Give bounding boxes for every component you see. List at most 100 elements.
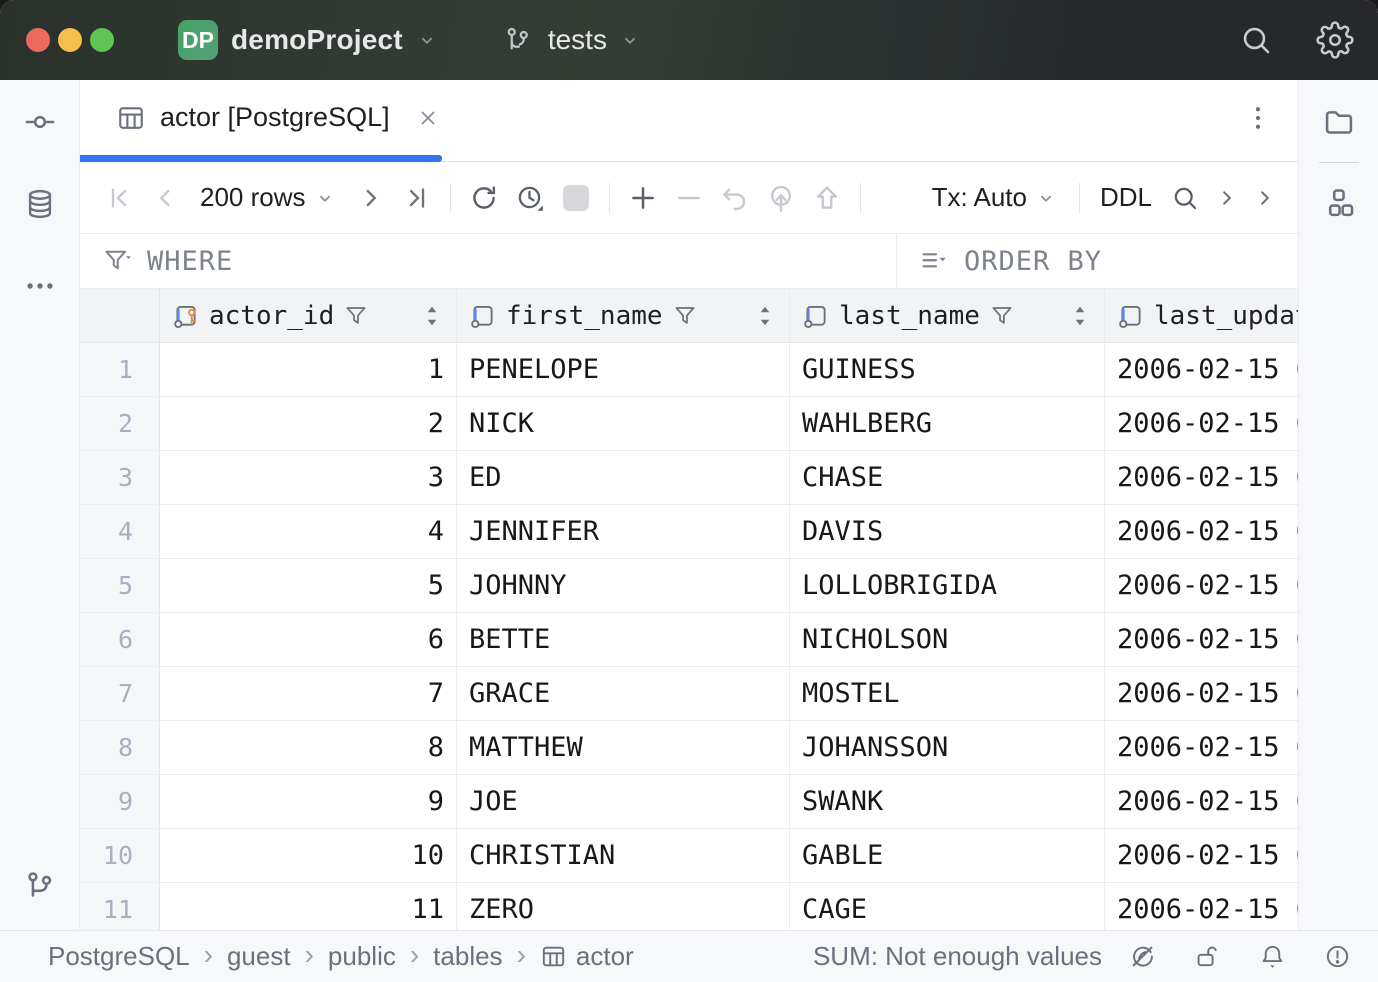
row-number[interactable]: 2 bbox=[80, 397, 160, 450]
cell-last_update[interactable]: 2006-02-15 0 bbox=[1105, 343, 1298, 396]
cell-last_update[interactable]: 2006-02-15 0 bbox=[1105, 775, 1298, 828]
sort-toggle-icon[interactable] bbox=[422, 303, 442, 329]
column-header-last-name[interactable]: last_name bbox=[790, 289, 1105, 342]
last-page-button[interactable] bbox=[394, 176, 440, 220]
cell-actor_id[interactable]: 5 bbox=[160, 559, 457, 612]
cell-last_name[interactable]: WAHLBERG bbox=[790, 397, 1105, 450]
cell-first_name[interactable]: PENELOPE bbox=[457, 343, 790, 396]
sort-toggle-icon[interactable] bbox=[755, 303, 775, 329]
chevron-right-button[interactable] bbox=[1246, 176, 1284, 220]
row-number[interactable]: 11 bbox=[80, 883, 160, 930]
tab-options-kebab-icon[interactable] bbox=[1248, 103, 1268, 133]
cell-last_name[interactable]: JOHANSSON bbox=[790, 721, 1105, 774]
cell-last_name[interactable]: SWANK bbox=[790, 775, 1105, 828]
delete-row-button[interactable] bbox=[666, 176, 712, 220]
cell-first_name[interactable]: ED bbox=[457, 451, 790, 504]
cell-last_name[interactable]: NICHOLSON bbox=[790, 613, 1105, 666]
cell-actor_id[interactable]: 6 bbox=[160, 613, 457, 666]
cell-actor_id[interactable]: 11 bbox=[160, 883, 457, 930]
revert-changes-button[interactable] bbox=[712, 176, 758, 220]
cell-actor_id[interactable]: 1 bbox=[160, 343, 457, 396]
column-header-last-update[interactable]: last_update bbox=[1105, 289, 1298, 342]
cell-actor_id[interactable]: 10 bbox=[160, 829, 457, 882]
breadcrumb-item[interactable]: guest bbox=[227, 941, 291, 972]
row-number[interactable]: 10 bbox=[80, 829, 160, 882]
cell-last_update[interactable]: 2006-02-15 0 bbox=[1105, 667, 1298, 720]
add-row-button[interactable] bbox=[620, 176, 666, 220]
notifications-bell-icon[interactable] bbox=[1258, 942, 1287, 971]
row-number[interactable]: 4 bbox=[80, 505, 160, 558]
cell-first_name[interactable]: JOE bbox=[457, 775, 790, 828]
breadcrumb-item[interactable]: actor bbox=[540, 941, 634, 972]
ddl-button[interactable]: DDL bbox=[1090, 176, 1162, 220]
vcs-branch-widget[interactable]: tests bbox=[500, 22, 641, 58]
vcs-tool-button[interactable] bbox=[22, 868, 58, 904]
row-number[interactable]: 1 bbox=[80, 343, 160, 396]
row-number[interactable]: 8 bbox=[80, 721, 160, 774]
cell-last_name[interactable]: CHASE bbox=[790, 451, 1105, 504]
column-filter-funnel-icon[interactable] bbox=[343, 303, 369, 329]
structure-tool-button[interactable] bbox=[1321, 185, 1357, 221]
close-tab-icon[interactable] bbox=[416, 106, 440, 130]
breadcrumb-item[interactable]: PostgreSQL bbox=[48, 941, 190, 972]
order-by-filter-input[interactable]: ORDER BY bbox=[896, 234, 1298, 288]
inspections-off-icon[interactable] bbox=[1128, 942, 1157, 971]
cell-last_update[interactable]: 2006-02-15 0 bbox=[1105, 613, 1298, 666]
submit-preview-button[interactable] bbox=[758, 176, 804, 220]
column-filter-funnel-icon[interactable] bbox=[672, 303, 698, 329]
close-window-button[interactable] bbox=[26, 28, 50, 52]
breadcrumb-item[interactable]: tables bbox=[433, 941, 502, 972]
cell-actor_id[interactable]: 2 bbox=[160, 397, 457, 450]
transaction-mode-dropdown[interactable]: Tx: Auto bbox=[920, 176, 1069, 220]
column-header-first-name[interactable]: first_name bbox=[457, 289, 790, 342]
row-number[interactable]: 3 bbox=[80, 451, 160, 504]
cell-last_update[interactable]: 2006-02-15 0 bbox=[1105, 829, 1298, 882]
chevron-right-button[interactable] bbox=[1208, 176, 1246, 220]
row-number[interactable]: 9 bbox=[80, 775, 160, 828]
cell-last_update[interactable]: 2006-02-15 0 bbox=[1105, 559, 1298, 612]
cell-first_name[interactable]: MATTHEW bbox=[457, 721, 790, 774]
cell-first_name[interactable]: JOHNNY bbox=[457, 559, 790, 612]
database-tool-button[interactable] bbox=[22, 186, 58, 222]
row-number[interactable]: 6 bbox=[80, 613, 160, 666]
cell-last_name[interactable]: GABLE bbox=[790, 829, 1105, 882]
files-tool-button[interactable] bbox=[1321, 104, 1357, 140]
sort-toggle-icon[interactable] bbox=[1070, 303, 1090, 329]
zoom-window-button[interactable] bbox=[90, 28, 114, 52]
settings-button[interactable] bbox=[1316, 21, 1354, 59]
breadcrumb-item[interactable]: public bbox=[328, 941, 396, 972]
first-page-button[interactable] bbox=[96, 176, 142, 220]
column-header-actor-id[interactable]: actor_id bbox=[160, 289, 457, 342]
cell-actor_id[interactable]: 3 bbox=[160, 451, 457, 504]
upload-button[interactable] bbox=[804, 176, 850, 220]
error-exclamation-icon[interactable] bbox=[1323, 942, 1352, 971]
stop-button[interactable] bbox=[553, 176, 599, 220]
cell-actor_id[interactable]: 8 bbox=[160, 721, 457, 774]
unlock-icon[interactable] bbox=[1193, 942, 1222, 971]
aggregator-sum-widget[interactable]: SUM: Not enough values bbox=[813, 941, 1102, 972]
cell-first_name[interactable]: ZERO bbox=[457, 883, 790, 930]
cell-last_update[interactable]: 2006-02-15 0 bbox=[1105, 721, 1298, 774]
cell-actor_id[interactable]: 4 bbox=[160, 505, 457, 558]
commit-tool-button[interactable] bbox=[22, 104, 58, 140]
previous-page-button[interactable] bbox=[142, 176, 188, 220]
row-number[interactable]: 5 bbox=[80, 559, 160, 612]
column-filter-funnel-icon[interactable] bbox=[989, 303, 1015, 329]
cell-first_name[interactable]: BETTE bbox=[457, 613, 790, 666]
project-widget[interactable]: DP demoProject bbox=[178, 20, 438, 60]
cell-last_update[interactable]: 2006-02-15 0 bbox=[1105, 505, 1298, 558]
cell-last_name[interactable]: MOSTEL bbox=[790, 667, 1105, 720]
cell-actor_id[interactable]: 7 bbox=[160, 667, 457, 720]
row-number[interactable]: 7 bbox=[80, 667, 160, 720]
cell-first_name[interactable]: GRACE bbox=[457, 667, 790, 720]
tab-actor-postgresql[interactable]: actor [PostgreSQL] bbox=[80, 80, 442, 155]
search-everywhere-button[interactable] bbox=[1238, 22, 1274, 58]
cell-last_name[interactable]: GUINESS bbox=[790, 343, 1105, 396]
find-in-grid-button[interactable] bbox=[1162, 176, 1208, 220]
cell-last_name[interactable]: DAVIS bbox=[790, 505, 1105, 558]
where-filter-input[interactable]: WHERE bbox=[80, 234, 896, 288]
cell-last_name[interactable]: LOLLOBRIGIDA bbox=[790, 559, 1105, 612]
next-page-button[interactable] bbox=[348, 176, 394, 220]
minimize-window-button[interactable] bbox=[58, 28, 82, 52]
cell-first_name[interactable]: CHRISTIAN bbox=[457, 829, 790, 882]
